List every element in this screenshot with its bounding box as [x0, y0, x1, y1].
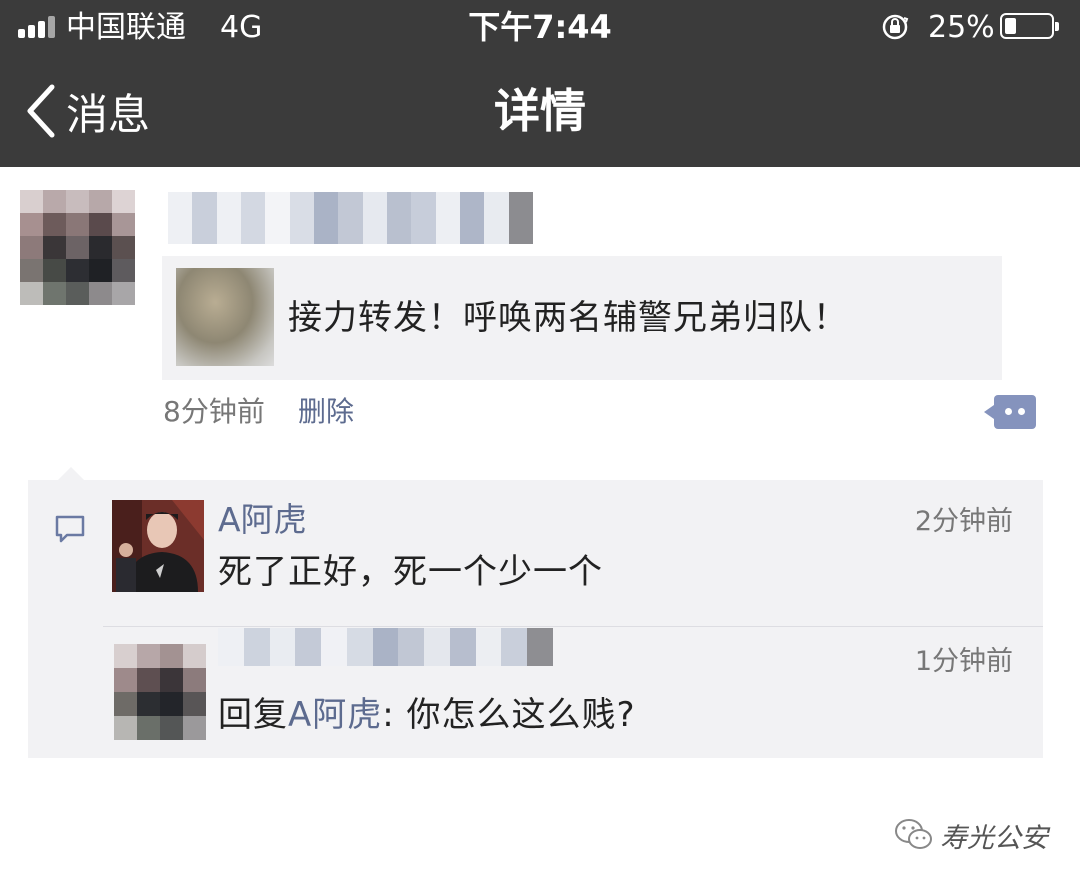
watermark-text: 寿光公安	[940, 822, 1048, 854]
rotation-lock-icon	[882, 14, 909, 40]
nav-bar: 消息 详情	[0, 55, 1080, 167]
comment-timestamp: 1分钟前	[914, 646, 1013, 677]
reply-target-name[interactable]: A阿虎	[288, 695, 382, 735]
battery-icon	[1000, 13, 1059, 39]
comment-like-menu-button[interactable]	[984, 395, 1036, 429]
article-thumbnail	[176, 268, 274, 366]
commenter-name[interactable]: A阿虎	[218, 498, 307, 542]
reply-body: : 你怎么这么贱?	[382, 695, 636, 735]
reply-prefix: 回复	[218, 695, 288, 735]
commenter-name-blurred	[218, 628, 553, 666]
status-time: 下午7:44	[468, 8, 612, 46]
battery-percent: 25%	[928, 10, 995, 45]
commenter-avatar[interactable]	[114, 644, 206, 740]
comment-text[interactable]: 死了正好，死一个少一个	[218, 550, 603, 594]
commenter-avatar[interactable]	[112, 500, 204, 592]
shared-article-card[interactable]: 接力转发！呼唤两名辅警兄弟归队！	[162, 256, 1002, 380]
article-title: 接力转发！呼唤两名辅警兄弟归队！	[288, 298, 848, 338]
page-title: 详情	[494, 84, 586, 138]
reply-comment-text[interactable]: 回复A阿虎: 你怎么这么贱?	[218, 692, 636, 738]
status-bar: 中国联通 4G 下午7:44 25%	[0, 0, 1080, 55]
divider	[103, 626, 1043, 627]
comment-bubble-icon	[55, 515, 85, 543]
comments-section: A阿虎 2分钟前 死了正好，死一个少一个 1分钟前 回复A阿虎: 你怎么这么贱?	[28, 467, 1043, 758]
comment-timestamp: 2分钟前	[914, 506, 1013, 537]
delete-button[interactable]: 删除	[298, 392, 354, 432]
post-author-avatar[interactable]	[20, 190, 135, 305]
wechat-logo-icon	[895, 819, 932, 849]
watermark: 寿光公安	[894, 813, 1048, 857]
post-timestamp: 8分钟前	[163, 395, 265, 428]
post-author-name-blurred	[168, 192, 533, 244]
